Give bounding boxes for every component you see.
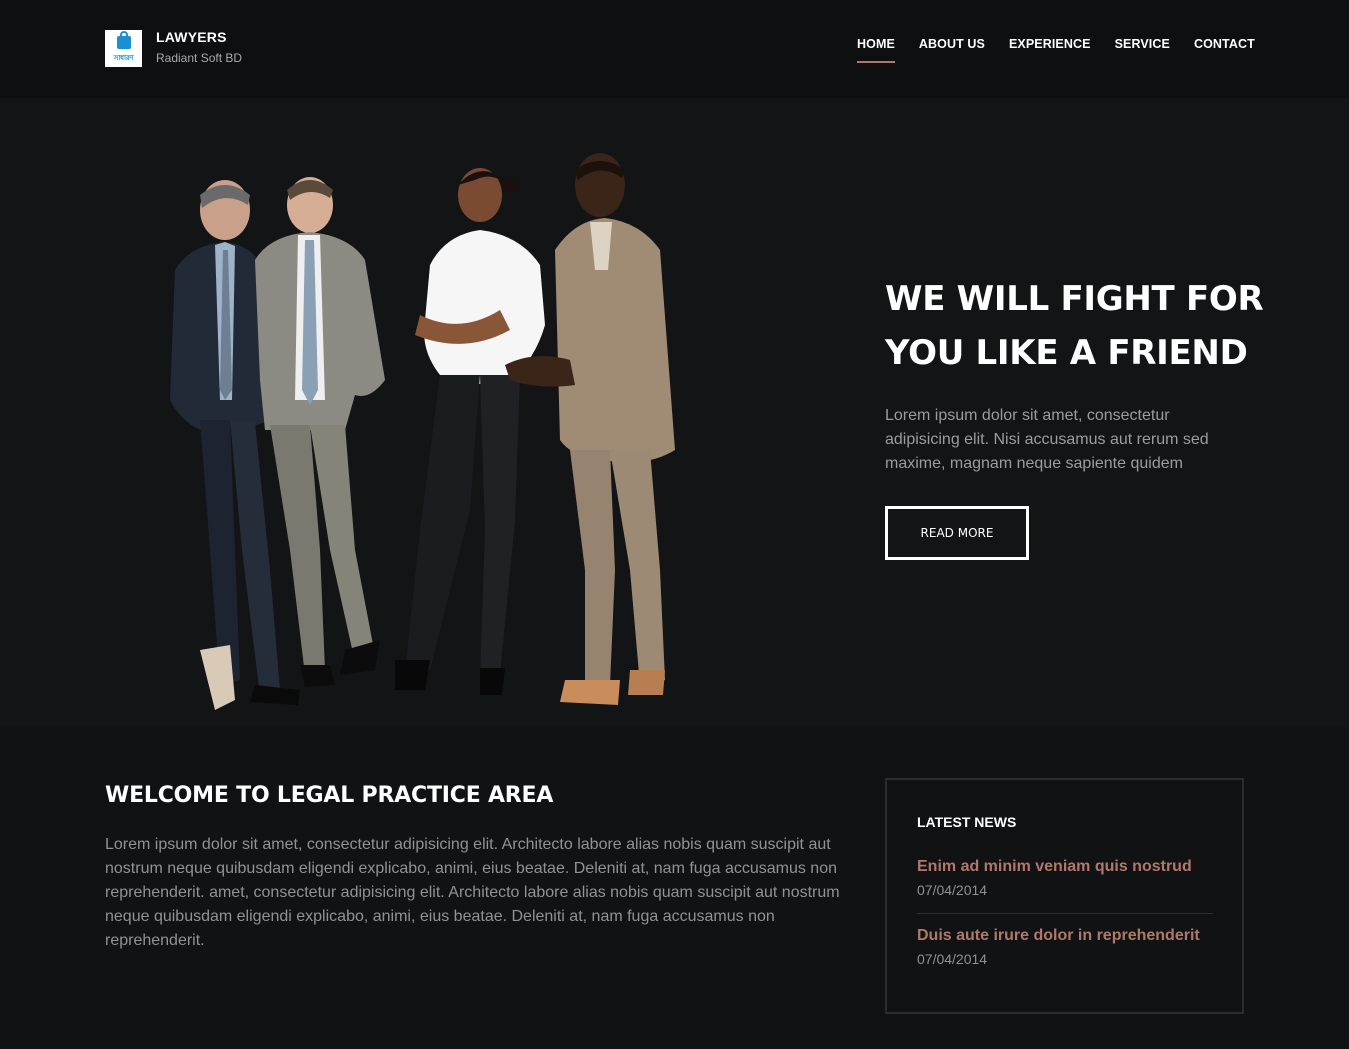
read-more-button[interactable]: READ MORE [885,506,1029,560]
hero-people-image [170,153,675,710]
person-tan-suit [505,153,675,705]
site-header: সাধারণ LAWYERS Radiant Soft BD HOME ABOU… [0,0,1349,98]
news-item-link[interactable]: Enim ad minim veniam quis nostrud [917,858,1213,876]
nav-item-about-us[interactable]: ABOUT US [919,37,985,51]
site-logo[interactable]: সাধারণ [105,30,142,67]
nav-item-contact[interactable]: CONTACT [1194,37,1255,51]
welcome-title: WELCOME TO LEGAL PRACTICE AREA [105,783,554,808]
news-item-date: 07/04/2014 [917,882,988,898]
news-item: Duis aute irure dolor in reprehenderit 0… [917,927,1213,967]
nav-item-home[interactable]: HOME [857,37,895,63]
brand-subtitle: Radiant Soft BD [156,51,243,65]
main-nav: HOME ABOUT US EXPERIENCE SERVICE CONTACT [857,37,1279,63]
nav-item-service[interactable]: SERVICE [1115,37,1170,51]
news-divider [917,913,1213,914]
news-item: Enim ad minim veniam quis nostrud 07/04/… [917,858,1213,898]
welcome-text: Lorem ipsum dolor sit amet, consectetur … [105,836,840,949]
hero-title: WE WILL FIGHT FOR YOU LIKE A FRIEND [885,279,1264,373]
latest-news-box: LATEST NEWS Enim ad minim veniam quis no… [885,778,1244,1014]
logo-text: সাধারণ [113,53,134,62]
person-white-blouse [395,168,545,695]
news-item-link[interactable]: Duis aute irure dolor in reprehenderit [917,927,1213,945]
brand-name[interactable]: LAWYERS [156,29,227,45]
nav-item-experience[interactable]: EXPERIENCE [1009,37,1091,51]
news-item-date: 07/04/2014 [917,951,988,967]
hero-text: Lorem ipsum dolor sit amet, consectetur … [885,407,1209,472]
lock-icon [116,30,131,49]
latest-news-title: LATEST NEWS [917,814,1017,830]
person-grey-suit [255,177,385,687]
